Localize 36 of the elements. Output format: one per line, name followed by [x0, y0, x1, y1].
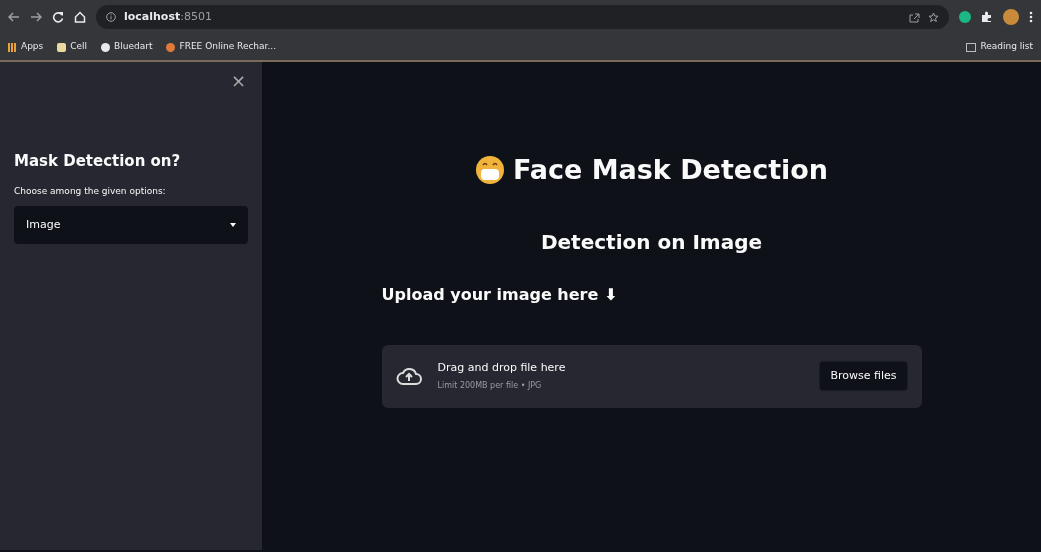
section-heading: Detection on Image	[540, 228, 763, 256]
back-icon[interactable]	[8, 12, 20, 22]
star-icon[interactable]	[928, 11, 939, 23]
home-icon[interactable]	[74, 11, 86, 23]
globe-icon	[101, 42, 111, 52]
info-icon	[106, 12, 116, 22]
page-title: Face Mask Detection	[512, 153, 829, 187]
bookmark-link[interactable]: Bluedart	[114, 40, 153, 54]
avatar-icon[interactable]	[1003, 9, 1019, 25]
cloud-upload-icon	[395, 366, 422, 386]
address-bar[interactable]: localhost:8501	[96, 5, 949, 29]
select-dropdown[interactable]: Image	[14, 206, 248, 244]
bookmark-icon	[57, 42, 67, 52]
file-uploader[interactable]: Drag and drop file here Limit 200MB per file • JPG Browse files	[381, 344, 922, 408]
select-label: Choose among the given options:	[14, 184, 167, 198]
bookmark-link[interactable]: FREE Online Rechar...	[179, 40, 277, 54]
reload-icon[interactable]	[52, 11, 64, 23]
reading-list-link[interactable]: Reading list	[980, 40, 1033, 54]
reading-list-icon	[966, 42, 977, 52]
close-button[interactable]: ×	[228, 72, 248, 90]
browse-files-button[interactable]: Browse files	[819, 360, 908, 392]
upload-heading: Upload your image here ⬇	[381, 283, 619, 306]
bookmark-icon	[166, 42, 176, 52]
apps-grid-icon	[8, 42, 17, 52]
menu-icon[interactable]	[1029, 11, 1033, 23]
url-text: localhost:8501	[124, 8, 212, 25]
sidebar-heading: Mask Detection on?	[14, 151, 182, 172]
bookmark-link[interactable]: Cell	[70, 40, 88, 54]
share-icon[interactable]	[909, 11, 920, 23]
forward-icon[interactable]	[30, 12, 42, 22]
masked-face-emoji-icon	[474, 155, 505, 186]
file-limit-note: Limit 200MB per file • JPG	[437, 380, 543, 393]
bookmark-link[interactable]: Apps	[21, 40, 44, 54]
drop-prompt: Drag and drop file here	[437, 359, 566, 376]
puzzle-icon[interactable]	[981, 11, 993, 23]
caret-icon	[230, 223, 236, 227]
